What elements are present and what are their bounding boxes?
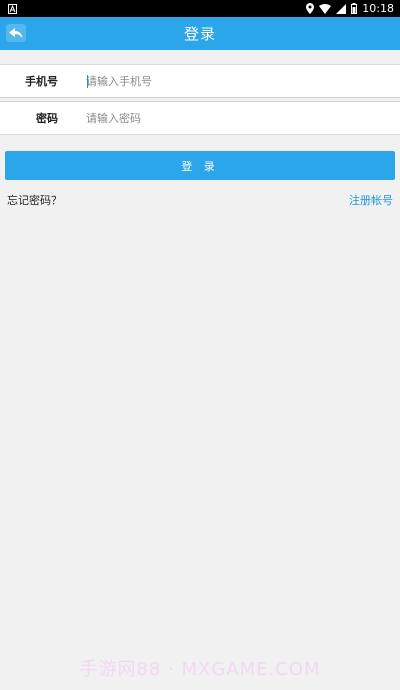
status-time: 10:18 bbox=[362, 2, 394, 15]
wifi-icon bbox=[319, 3, 332, 14]
phone-input[interactable] bbox=[86, 66, 366, 96]
login-button[interactable]: 登 录 bbox=[5, 151, 395, 180]
password-row: 密码 bbox=[0, 101, 400, 135]
watermark: 手游网88 · MXGAME.COM bbox=[79, 659, 321, 680]
app-bar: 登录 bbox=[0, 17, 400, 50]
text-cursor bbox=[87, 75, 88, 88]
location-icon bbox=[306, 3, 315, 14]
status-bar: 10:18 bbox=[0, 0, 400, 17]
phone-row: 手机号 bbox=[0, 64, 400, 98]
back-arrow-icon bbox=[9, 24, 23, 43]
register-account-link[interactable]: 注册帐号 bbox=[349, 192, 393, 208]
notification-icon bbox=[8, 3, 17, 14]
signal-icon bbox=[336, 3, 347, 14]
password-label: 密码 bbox=[36, 112, 58, 125]
forgot-password-link[interactable]: 忘记密码？ bbox=[7, 192, 62, 208]
battery-icon bbox=[351, 3, 358, 14]
password-input[interactable] bbox=[86, 103, 366, 133]
back-button[interactable] bbox=[6, 24, 26, 42]
page-title: 登录 bbox=[183, 25, 216, 43]
phone-label: 手机号 bbox=[25, 75, 58, 88]
